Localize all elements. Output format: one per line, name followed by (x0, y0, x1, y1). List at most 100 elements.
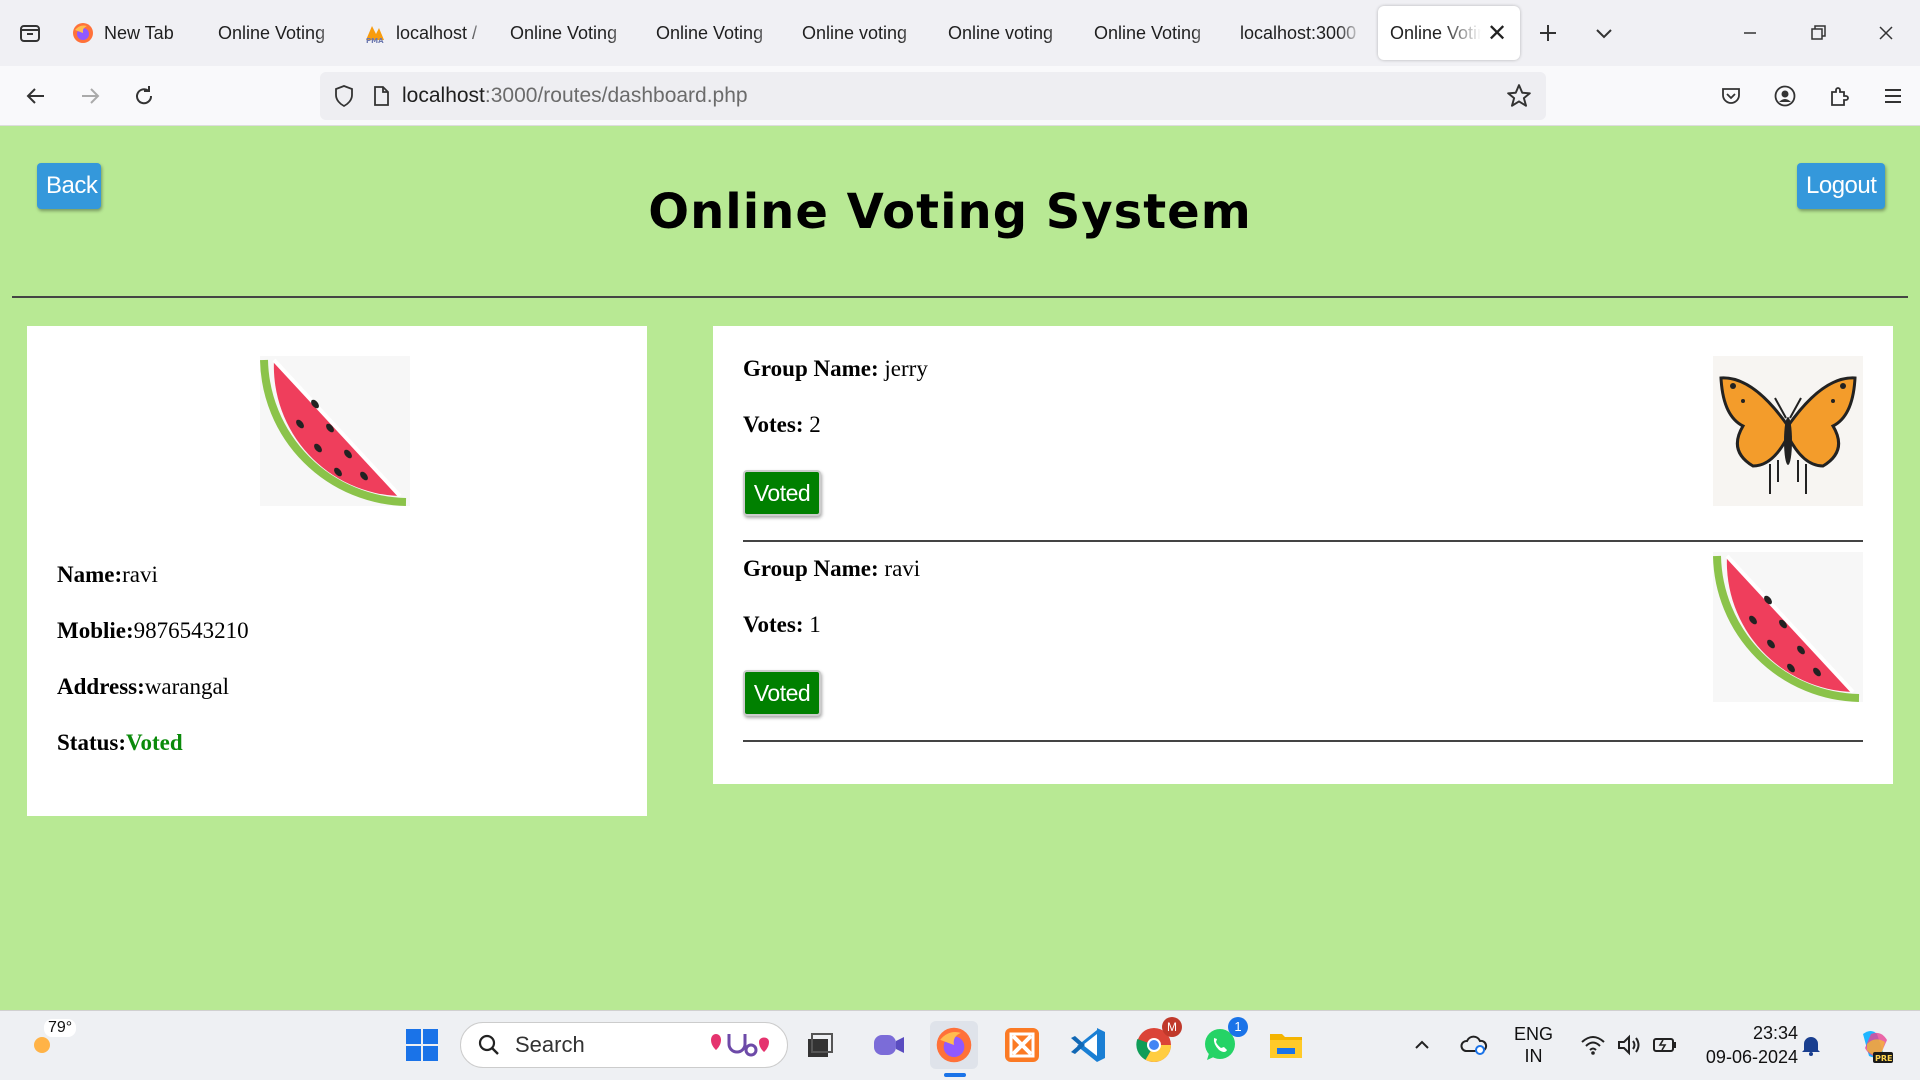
url-path: :3000/routes/dashboard.php (484, 84, 748, 107)
wifi-icon (1581, 1036, 1605, 1055)
group-name-label: Group Name: (743, 356, 879, 381)
shield-icon (335, 85, 353, 108)
chevron-down-icon (1596, 29, 1612, 39)
header-divider (12, 296, 1908, 298)
bookmark-star-icon[interactable] (1506, 83, 1532, 109)
tab-new-tab[interactable]: New Tab (60, 6, 206, 60)
vscode-icon (1071, 1028, 1105, 1062)
voted-button[interactable]: Voted (743, 670, 821, 716)
chrome-button[interactable]: M (1130, 1017, 1182, 1069)
chat-app-button[interactable] (864, 1021, 912, 1069)
tab-title: localhost:3000 (1240, 22, 1357, 43)
minimize-icon (1744, 32, 1756, 34)
search-icon (478, 1034, 499, 1055)
tab-title: Online Voting (510, 22, 618, 43)
logout-button[interactable]: Logout (1797, 163, 1885, 209)
tab-localhost-3000[interactable]: localhost:3000 (1228, 6, 1374, 60)
status-value: Voted (126, 730, 183, 755)
tab-localhost-pma[interactable]: PMA localhost / (352, 6, 498, 60)
vscode-button[interactable] (1064, 1021, 1112, 1069)
battery-button[interactable] (1648, 1021, 1682, 1069)
reload-button[interactable] (117, 69, 171, 123)
clock-date: 09-06-2024 (1705, 1047, 1798, 1067)
votes-label: Votes: (743, 612, 804, 637)
tab-title: Online Voting (218, 22, 326, 43)
battery-charging-icon (1653, 1038, 1676, 1052)
tab-title: New Tab (104, 22, 174, 43)
group-divider (743, 740, 1863, 742)
watermelon-icon (260, 356, 410, 506)
tab-active-online-voting[interactable]: Online Voting ✕ (1378, 6, 1520, 60)
language-indicator[interactable]: ENG IN (1514, 1023, 1553, 1067)
taskbar-search[interactable]: Search (460, 1022, 788, 1068)
forward-nav-button[interactable] (63, 69, 117, 123)
tab-online-voting[interactable]: Online Voting (1082, 6, 1228, 60)
close-icon (1879, 26, 1893, 40)
list-all-tabs-button[interactable] (1576, 6, 1632, 60)
clock-time: 23:34 (1752, 1023, 1798, 1043)
arrow-right-icon (82, 87, 100, 104)
clock[interactable]: 23:34 09-06-2024 (1700, 1021, 1798, 1069)
lang-line1: ENG (1514, 1024, 1554, 1044)
arrow-left-icon (26, 87, 44, 104)
minimize-button[interactable] (1716, 0, 1784, 66)
tab-online-voting[interactable]: Online Voting (206, 6, 352, 60)
restore-button[interactable] (1784, 0, 1852, 66)
active-app-indicator (944, 1073, 966, 1077)
pocket-button[interactable] (1704, 69, 1758, 123)
copilot-button[interactable]: PRE (1850, 1021, 1898, 1069)
name-label: Name: (57, 562, 123, 587)
group-votes: Votes: 1 (743, 612, 821, 638)
stethoscope-hearts-icon (711, 1034, 769, 1057)
wifi-button[interactable] (1576, 1021, 1610, 1069)
notifications-button[interactable] (1794, 1021, 1828, 1069)
close-window-button[interactable] (1852, 0, 1920, 66)
account-button[interactable] (1758, 69, 1812, 123)
tab-online-voting[interactable]: Online voting (936, 6, 1082, 60)
new-tab-button[interactable] (1520, 6, 1576, 60)
restore-icon (1811, 25, 1826, 40)
page-info-icon[interactable] (370, 85, 392, 107)
windows-logo-icon (406, 1029, 438, 1061)
whatsapp-button[interactable]: 1 (1196, 1017, 1248, 1069)
xampp-button[interactable] (998, 1021, 1046, 1069)
url-text: localhost:3000/routes/dashboard.php (402, 84, 748, 108)
group-entry: Group Name: ravi Votes: 1 Voted (743, 552, 1863, 742)
votes-label: Votes: (743, 412, 804, 437)
group-entry: Group Name: jerry Votes: 2 Voted (743, 356, 1863, 542)
name-value: ravi (122, 562, 158, 587)
profile-name: Name:ravi (57, 562, 158, 588)
url-bar[interactable]: localhost:3000/routes/dashboard.php (320, 72, 1546, 120)
voted-button[interactable]: Voted (743, 470, 821, 516)
tab-online-voting[interactable]: Online Voting (498, 6, 644, 60)
browser-tab-strip: New Tab Online Voting PMA localhost / On… (0, 0, 1920, 66)
task-view-button[interactable] (796, 1021, 844, 1069)
speaker-icon (1618, 1034, 1640, 1056)
hamburger-menu-icon (1885, 89, 1901, 103)
tab-title: Online voting (948, 22, 1054, 43)
tab-online-voting[interactable]: Online Voting (644, 6, 790, 60)
group-name-value: ravi (884, 556, 921, 581)
groups-card: Group Name: jerry Votes: 2 Voted Group N… (713, 326, 1893, 784)
group-divider (743, 540, 1863, 542)
page-content: Back Online Voting System Logout Name:ra… (0, 126, 1920, 1010)
tray-overflow-button[interactable] (1406, 1021, 1438, 1069)
volume-button[interactable] (1612, 1021, 1646, 1069)
file-explorer-button[interactable] (1262, 1021, 1310, 1069)
tab-online-voting[interactable]: Online voting (790, 6, 936, 60)
start-button[interactable] (398, 1021, 446, 1069)
phpmyadmin-icon: PMA (366, 26, 384, 44)
menu-button[interactable] (1866, 69, 1920, 123)
back-nav-button[interactable] (9, 69, 63, 123)
watermelon-icon (1713, 552, 1863, 702)
onedrive-button[interactable] (1456, 1021, 1492, 1069)
tab-list-button[interactable] (0, 0, 60, 66)
cloud-sync-icon (1460, 1035, 1488, 1055)
close-tab-icon[interactable]: ✕ (1486, 20, 1508, 47)
url-host: localhost (402, 84, 485, 107)
windows-taskbar: 79° Search M 1 ENG IN 23:34 09-06-2024 P… (0, 1010, 1920, 1080)
extensions-button[interactable] (1812, 69, 1866, 123)
firefox-taskbar-button[interactable] (930, 1021, 978, 1069)
group-name-label: Group Name: (743, 556, 879, 581)
pocket-icon (1722, 88, 1740, 104)
